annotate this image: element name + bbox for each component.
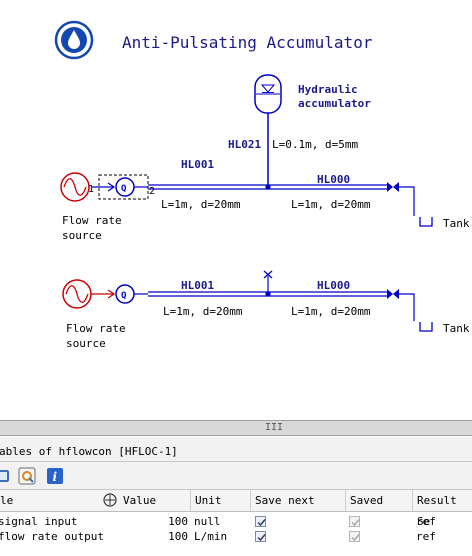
app-logo-icon — [54, 20, 94, 60]
save-next-checkbox[interactable] — [255, 531, 266, 542]
flow-rate-sensor-icon[interactable]: Q — [115, 284, 135, 304]
tank-label: Tank — [443, 217, 470, 230]
flow-source-icon[interactable] — [62, 279, 92, 309]
valve-icon[interactable] — [387, 182, 399, 192]
tank-label: Tank — [443, 322, 470, 335]
hl000-bottom-params: L=1m, d=20mm — [291, 305, 371, 318]
port-2-label: 2 — [149, 186, 155, 197]
hl021-params: L=0.1m, d=5mm — [272, 138, 358, 151]
tank-icon[interactable] — [419, 217, 433, 227]
sort-icon[interactable] — [103, 493, 117, 507]
pipe-hl000-bottom[interactable] — [268, 291, 388, 297]
svg-text:Q: Q — [121, 291, 127, 301]
flow-source-label: Flow rate — [62, 214, 122, 227]
flow-rate-sensor-icon[interactable]: Q — [115, 177, 135, 197]
hl000-top-label: HL000 — [317, 173, 350, 186]
variable-value[interactable]: 100 — [150, 514, 188, 529]
table-row[interactable]: flow rate output 100 L/min ref — [0, 529, 472, 544]
pipe-hl001-bottom[interactable] — [148, 291, 268, 297]
column-header-result[interactable]: Result Se — [412, 490, 472, 528]
svg-text:i: i — [53, 470, 58, 484]
diagram-canvas[interactable]: Anti-Pulsating Accumulator Hydraulic acc… — [0, 0, 472, 420]
accumulator-label: Hydraulic — [298, 83, 358, 96]
column-header-save-next[interactable]: Save next — [250, 490, 345, 511]
variables-toolbar: i — [0, 462, 472, 490]
column-header-name[interactable]: le — [0, 490, 99, 511]
hl001-bottom-params: L=1m, d=20mm — [163, 305, 243, 318]
diagram-title: Anti-Pulsating Accumulator — [122, 33, 373, 52]
column-header-value[interactable]: Value — [99, 490, 190, 511]
save-next-checkbox[interactable] — [255, 516, 266, 527]
hl000-bottom-label: HL000 — [317, 279, 350, 292]
result-set: ref — [416, 515, 436, 528]
saved-checkbox — [349, 531, 360, 542]
result-set: ref — [416, 530, 436, 543]
panel-splitter[interactable]: III — [0, 420, 472, 436]
accumulator-label-2: accumulator — [298, 97, 371, 110]
svg-text:Q: Q — [121, 184, 127, 194]
hl021-label: HL021 — [228, 138, 261, 151]
flow-source-icon[interactable] — [60, 172, 90, 202]
saved-checkbox — [349, 516, 360, 527]
panel-title-text: ables of hflowcon [HFLOC-1] — [0, 445, 178, 458]
plug-marker-icon[interactable] — [263, 270, 273, 294]
variable-value[interactable]: 100 — [150, 529, 188, 544]
hl001-top-params: L=1m, d=20mm — [161, 198, 241, 211]
variable-name: signal input — [0, 515, 78, 528]
pipe-hl001-top[interactable] — [148, 184, 268, 190]
hl001-top-label: HL001 — [181, 158, 214, 171]
variable-name: flow rate output — [0, 530, 104, 543]
flow-source-label: Flow rate — [66, 322, 126, 335]
info-icon[interactable]: i — [46, 467, 64, 485]
table-row[interactable]: signal input 100 null ref — [0, 514, 472, 529]
variable-unit: L/min — [194, 530, 228, 543]
hydraulic-accumulator-icon[interactable] — [254, 74, 282, 114]
hl001-bottom-label: HL001 — [181, 279, 214, 292]
splitter-grip[interactable]: III — [265, 422, 283, 433]
hl000-top-params: L=1m, d=20mm — [291, 198, 371, 211]
variable-unit: null — [194, 515, 221, 528]
tank-icon[interactable] — [419, 322, 433, 332]
variables-grid-header: le Value Unit Save next Saved Result Se — [0, 490, 472, 528]
column-header-saved[interactable]: Saved — [345, 490, 412, 511]
plot-icon[interactable] — [18, 467, 36, 485]
valve-icon[interactable] — [387, 289, 399, 299]
flow-source-label-2: source — [66, 337, 106, 350]
export-icon[interactable] — [0, 467, 12, 485]
variables-panel-title: ables of hflowcon [HFLOC-1] — [0, 437, 472, 462]
column-header-unit[interactable]: Unit — [190, 490, 250, 511]
port-1-label: 1 — [88, 184, 94, 195]
flow-source-label-2: source — [62, 229, 102, 242]
